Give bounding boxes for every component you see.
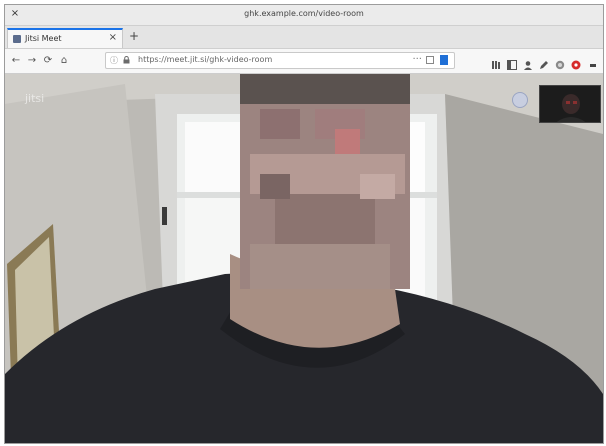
url-text: https://meet.jit.si/ghk-video-room <box>138 55 273 64</box>
tab-label: Jitsi Meet <box>25 34 62 43</box>
info-icon[interactable]: ⓘ <box>110 55 118 66</box>
tab-close-icon[interactable]: × <box>109 32 117 43</box>
pocket-icon[interactable] <box>426 56 434 64</box>
bookmark-star-icon[interactable] <box>440 55 448 65</box>
lock-icon <box>123 56 130 64</box>
remote-participant-video <box>5 74 603 443</box>
address-bar[interactable]: ⓘ https://meet.jit.si/ghk-video-room ··· <box>105 52 455 69</box>
forward-arrow-icon[interactable]: → <box>25 54 39 68</box>
participant-avatar-icon[interactable] <box>512 92 528 108</box>
window-title: ghk.example.com/video-room <box>244 9 364 18</box>
menu-icon[interactable] <box>589 55 599 67</box>
sidebar-icon[interactable] <box>507 55 517 70</box>
video-call-viewport: jitsi <box>5 74 603 443</box>
pen-icon[interactable] <box>539 55 549 69</box>
jitsi-favicon-icon <box>13 35 21 43</box>
library-icon[interactable] <box>491 55 501 69</box>
tab-strip: Jitsi Meet × + <box>5 26 603 49</box>
local-video-thumbnail[interactable] <box>539 85 601 123</box>
new-tab-button[interactable]: + <box>129 29 139 43</box>
reload-icon[interactable]: ⟳ <box>41 54 55 68</box>
navigation-toolbar: ← → ⟳ ⌂ ⓘ https://meet.jit.si/ghk-video-… <box>5 49 603 74</box>
home-icon[interactable]: ⌂ <box>57 54 71 68</box>
back-arrow-icon[interactable]: ← <box>9 54 23 68</box>
record-extension-icon[interactable] <box>571 55 581 70</box>
local-video-image <box>540 86 600 122</box>
more-horizontal-icon[interactable]: ··· <box>412 54 422 65</box>
jitsi-watermark-logo: jitsi <box>25 92 45 105</box>
extension-globe-icon[interactable] <box>555 55 565 70</box>
account-icon[interactable] <box>523 55 533 70</box>
tab-jitsi-meet[interactable]: Jitsi Meet × <box>7 28 123 48</box>
browser-window: × ghk.example.com/video-room Jitsi Meet … <box>4 4 604 444</box>
window-titlebar: × ghk.example.com/video-room <box>5 5 603 26</box>
